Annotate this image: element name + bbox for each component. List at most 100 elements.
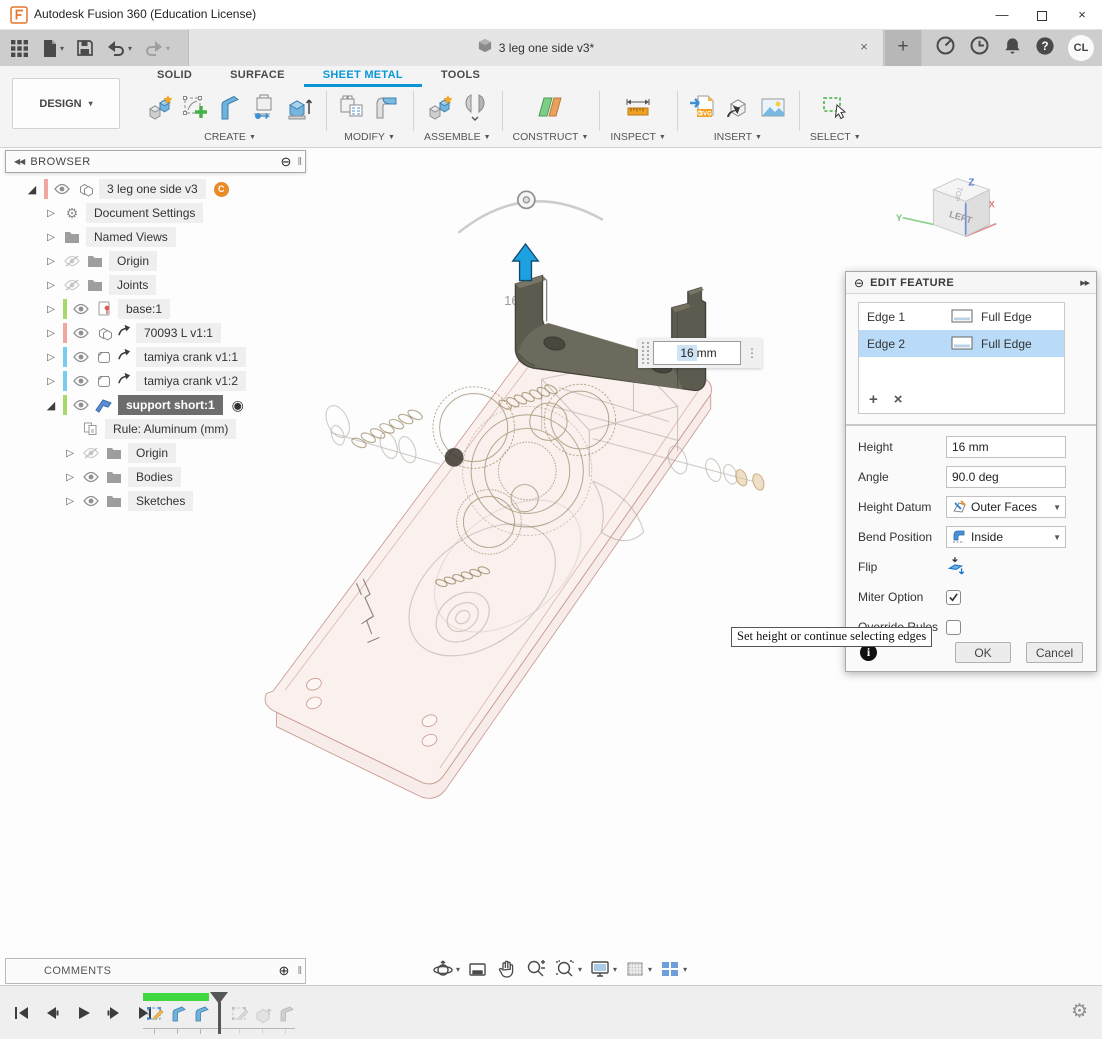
notifications-history-icon[interactable] — [969, 35, 990, 61]
visibility-eye-icon[interactable] — [82, 495, 100, 507]
tree-item-rule-aluminum-mm-[interactable]: Rule: Aluminum (mm) — [5, 417, 306, 441]
height-value-input[interactable]: 16 mm — [653, 341, 741, 365]
tree-item-label[interactable]: Sketches — [128, 491, 193, 511]
lookat-button[interactable] — [465, 956, 491, 982]
tree-item-3-leg-one-side-v3[interactable]: ◢3 leg one side v3C — [5, 177, 306, 201]
job-status-icon[interactable] — [935, 35, 956, 61]
joint-icon[interactable] — [460, 93, 490, 128]
app-grid-icon[interactable] — [6, 33, 33, 63]
dialog-collapse-icon[interactable]: ⊖ — [854, 276, 864, 290]
fit-button[interactable]: ▾ — [552, 956, 584, 982]
create-sketch-icon[interactable] — [180, 93, 210, 128]
expand-arrow-icon[interactable]: ▷ — [44, 352, 58, 363]
close-button[interactable]: × — [1062, 0, 1102, 30]
override-rules-checkbox[interactable] — [946, 620, 961, 635]
dialog-header[interactable]: ⊖ EDIT FEATURE ▶▶ — [846, 272, 1096, 294]
ok-button[interactable]: OK — [955, 642, 1011, 663]
tree-item-label[interactable]: tamiya crank v1:2 — [136, 371, 246, 391]
comments-panel[interactable]: COMMENTS ⊕ ‖ — [5, 958, 306, 984]
new-component-icon[interactable] — [145, 93, 175, 128]
expand-arrow-icon[interactable]: ▷ — [63, 496, 77, 507]
ribbon-tab-solid[interactable]: SOLID — [138, 66, 211, 87]
tree-item-support-short-1[interactable]: ◢ support short:1 ◉ — [5, 393, 306, 417]
timeline-feature-thicken[interactable] — [251, 1002, 274, 1026]
minimize-panel-icon[interactable]: ⊖ — [281, 154, 292, 170]
visibility-eye-icon[interactable] — [72, 351, 90, 363]
remove-edge-button[interactable]: × — [894, 391, 903, 408]
visibility-hidden-icon[interactable] — [63, 255, 81, 267]
document-tab[interactable]: 3 leg one side v3* × — [188, 30, 884, 66]
expand-arrow-icon[interactable]: ▷ — [44, 232, 58, 243]
visibility-eye-icon[interactable] — [53, 183, 71, 195]
expand-arrow-icon[interactable]: ◢ — [44, 399, 58, 412]
tree-item-origin[interactable]: ▷Origin — [5, 441, 306, 465]
visibility-eye-icon[interactable] — [82, 471, 100, 483]
drag-handle[interactable] — [642, 342, 649, 364]
help-icon[interactable]: ? — [1035, 36, 1055, 61]
tree-item-label[interactable]: Named Views — [86, 227, 176, 247]
viewports-button[interactable]: ▾ — [657, 956, 689, 982]
tree-item-sketches[interactable]: ▷ Sketches — [5, 489, 306, 513]
orbit-button[interactable]: ▾ — [430, 956, 462, 982]
group-label-modify[interactable]: MODIFY▼ — [344, 131, 395, 143]
tree-item-named-views[interactable]: ▷ Named Views — [5, 225, 306, 249]
tree-item-document-settings[interactable]: ▷⚙Document Settings — [5, 201, 306, 225]
timeline-feature-flange[interactable] — [189, 1002, 212, 1026]
tree-item-label[interactable]: 3 leg one side v3 — [99, 179, 206, 199]
derive-icon[interactable] — [723, 93, 753, 128]
playback-play-button[interactable] — [72, 1002, 94, 1024]
cancel-button[interactable]: Cancel — [1026, 642, 1083, 663]
tree-item-label[interactable]: Bodies — [128, 467, 181, 487]
group-label-inspect[interactable]: INSPECT▼ — [610, 131, 665, 143]
height-input[interactable] — [946, 436, 1066, 458]
flip-button[interactable] — [946, 555, 1066, 580]
tree-item-label[interactable]: tamiya crank v1:1 — [136, 347, 246, 367]
visibility-eye-icon[interactable] — [72, 399, 90, 411]
edge-row-edge-2[interactable]: Edge 2Full Edge — [859, 330, 1064, 357]
undo-button[interactable]: ▾ — [102, 33, 136, 63]
tree-item-label[interactable]: support short:1 — [118, 395, 223, 415]
expand-arrow-icon[interactable]: ▷ — [44, 304, 58, 315]
tree-item-origin[interactable]: ▷Origin — [5, 249, 306, 273]
miter-option-checkbox[interactable] — [946, 590, 961, 605]
thicken-icon[interactable] — [285, 93, 315, 128]
expand-arrow-icon[interactable]: ▷ — [63, 472, 77, 483]
expand-arrow-icon[interactable]: ▷ — [63, 448, 77, 459]
insert-svg-icon[interactable]: SVG — [688, 93, 718, 128]
playback-next-button[interactable] — [103, 1002, 125, 1024]
visibility-eye-icon[interactable] — [72, 303, 90, 315]
timeline-feature-sketch[interactable] — [143, 1002, 166, 1026]
group-label-construct[interactable]: CONSTRUCT▼ — [513, 131, 589, 143]
maximize-button[interactable] — [1022, 0, 1062, 30]
add-comment-icon[interactable]: ⊕ — [279, 963, 290, 979]
visibility-eye-icon[interactable] — [72, 327, 90, 339]
more-options-icon[interactable]: ⋮ — [746, 349, 758, 358]
visibility-hidden-icon[interactable] — [63, 279, 81, 291]
expand-arrow-icon[interactable]: ▷ — [44, 280, 58, 291]
ribbon-tab-sheet-metal[interactable]: SHEET METAL — [304, 66, 422, 87]
playback-start-button[interactable] — [10, 1002, 32, 1024]
group-label-select[interactable]: SELECT▼ — [810, 131, 861, 143]
select-icon[interactable] — [820, 93, 850, 128]
tree-item-joints[interactable]: ▷ Joints — [5, 273, 306, 297]
timeline-feature-sketch[interactable] — [228, 1002, 251, 1026]
file-menu-button[interactable]: ▾ — [37, 33, 68, 63]
tree-item-base-1[interactable]: ▷base:1 — [5, 297, 306, 321]
browser-header[interactable]: ◀◀ BROWSER ⊖ ‖ — [5, 150, 306, 173]
expand-arrow-icon[interactable]: ◢ — [25, 183, 39, 196]
plane-icon[interactable] — [535, 93, 565, 128]
expand-arrow-icon[interactable]: ▷ — [44, 208, 58, 219]
tree-item-tamiya-crank-v1-2[interactable]: ▷tamiya crank v1:2 — [5, 369, 306, 393]
pan-button[interactable] — [494, 956, 520, 982]
activate-component-radio[interactable]: ◉ — [232, 397, 244, 414]
measure-icon[interactable] — [623, 93, 653, 128]
minimize-button[interactable]: — — [982, 0, 1022, 30]
tree-item-label[interactable]: Joints — [109, 275, 156, 295]
dialog-dock-icon[interactable]: ▶▶ — [1080, 279, 1089, 287]
visibility-eye-icon[interactable] — [72, 375, 90, 387]
ribbon-tab-tools[interactable]: TOOLS — [422, 66, 499, 87]
expand-arrow-icon[interactable]: ▷ — [44, 256, 58, 267]
tab-close-icon[interactable]: × — [855, 39, 873, 54]
height-datum-select[interactable]: Outer Faces ▼ — [946, 496, 1066, 518]
tree-item-tamiya-crank-v1-1[interactable]: ▷ tamiya crank v1:1 — [5, 345, 306, 369]
